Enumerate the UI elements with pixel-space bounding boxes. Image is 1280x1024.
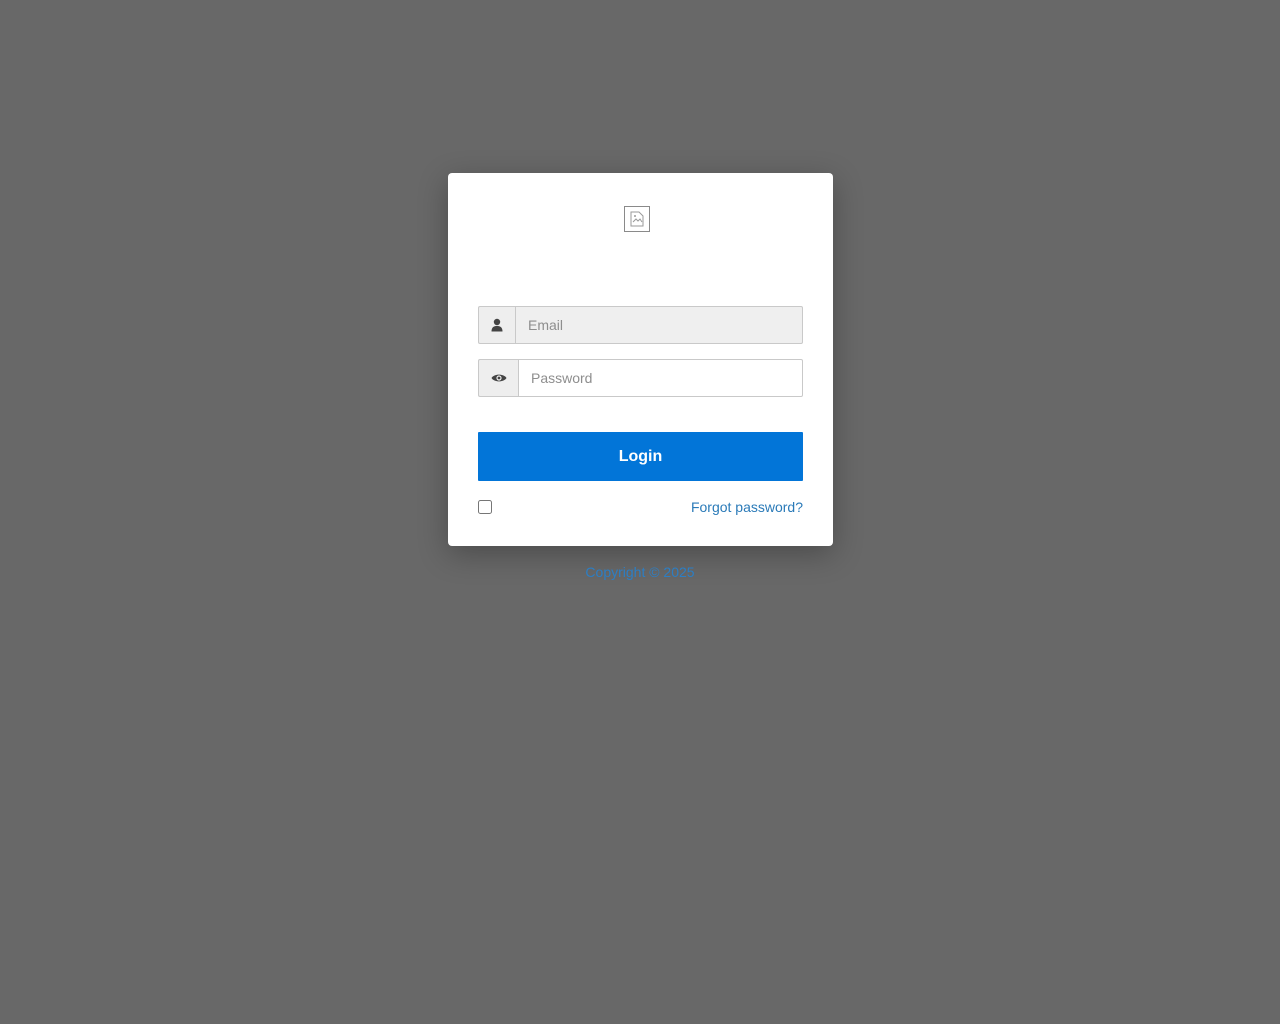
password-input-group bbox=[478, 359, 803, 397]
password-field[interactable] bbox=[518, 359, 803, 397]
forgot-password-link[interactable]: Forgot password? bbox=[691, 499, 803, 515]
eye-icon[interactable] bbox=[478, 359, 518, 397]
email-input-group bbox=[478, 306, 803, 344]
broken-image-icon bbox=[624, 206, 650, 232]
email-field[interactable] bbox=[515, 306, 803, 344]
login-card: Login Forgot password? bbox=[448, 173, 833, 546]
user-icon bbox=[478, 306, 515, 344]
remember-me-checkbox[interactable] bbox=[478, 500, 492, 514]
copyright-text: Copyright © 2025 bbox=[585, 564, 695, 580]
login-button[interactable]: Login bbox=[478, 432, 803, 481]
